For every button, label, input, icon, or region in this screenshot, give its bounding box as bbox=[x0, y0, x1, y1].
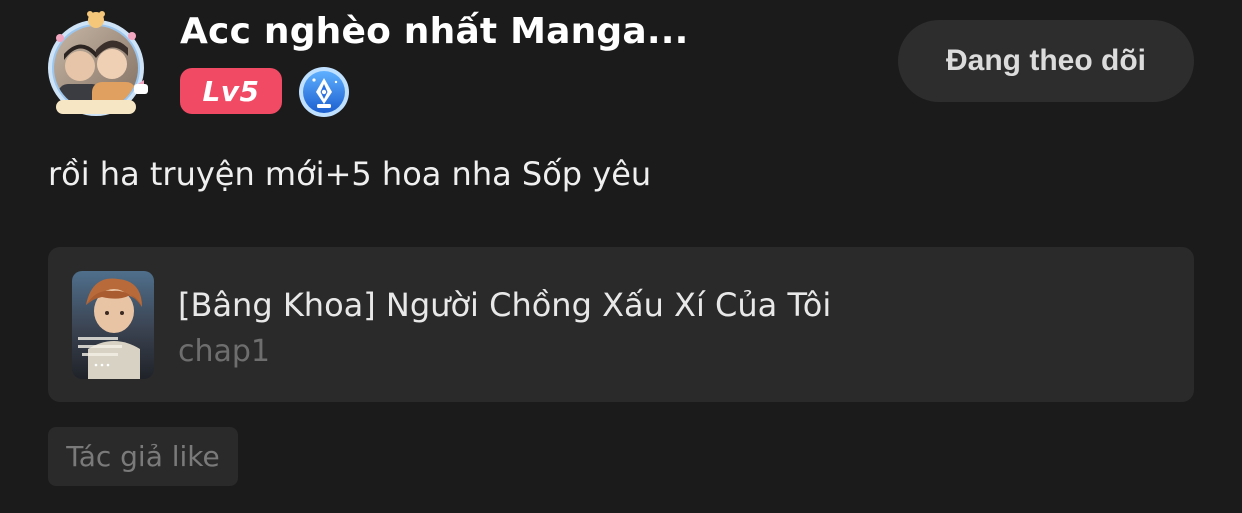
following-button[interactable]: Đang theo dõi bbox=[898, 20, 1194, 102]
story-title[interactable]: [Bâng Khoa] Người Chồng Xấu Xí Của Tôi bbox=[178, 283, 831, 327]
avatar-frame-icon bbox=[48, 11, 148, 116]
level-badge: Lv5 bbox=[180, 68, 282, 114]
username[interactable]: Acc nghèo nhất Manga... bbox=[180, 8, 689, 56]
fountain-pen-badge-icon[interactable] bbox=[298, 66, 350, 118]
story-chapter: chap1 bbox=[178, 334, 271, 369]
comment-text: rồi ha truyện mới+5 hoa nha Sốp yêu bbox=[48, 155, 652, 193]
level-label: Lv5 bbox=[202, 74, 260, 108]
user-avatar[interactable] bbox=[40, 8, 152, 120]
story-card[interactable]: [Bâng Khoa] Người Chồng Xấu Xí Của Tôi c… bbox=[48, 247, 1194, 402]
comment-post: Acc nghèo nhất Manga... Lv5 Đang theo dõ… bbox=[0, 0, 1242, 513]
story-cover-image bbox=[72, 271, 154, 379]
author-like-tag: Tác giả like bbox=[48, 427, 238, 486]
